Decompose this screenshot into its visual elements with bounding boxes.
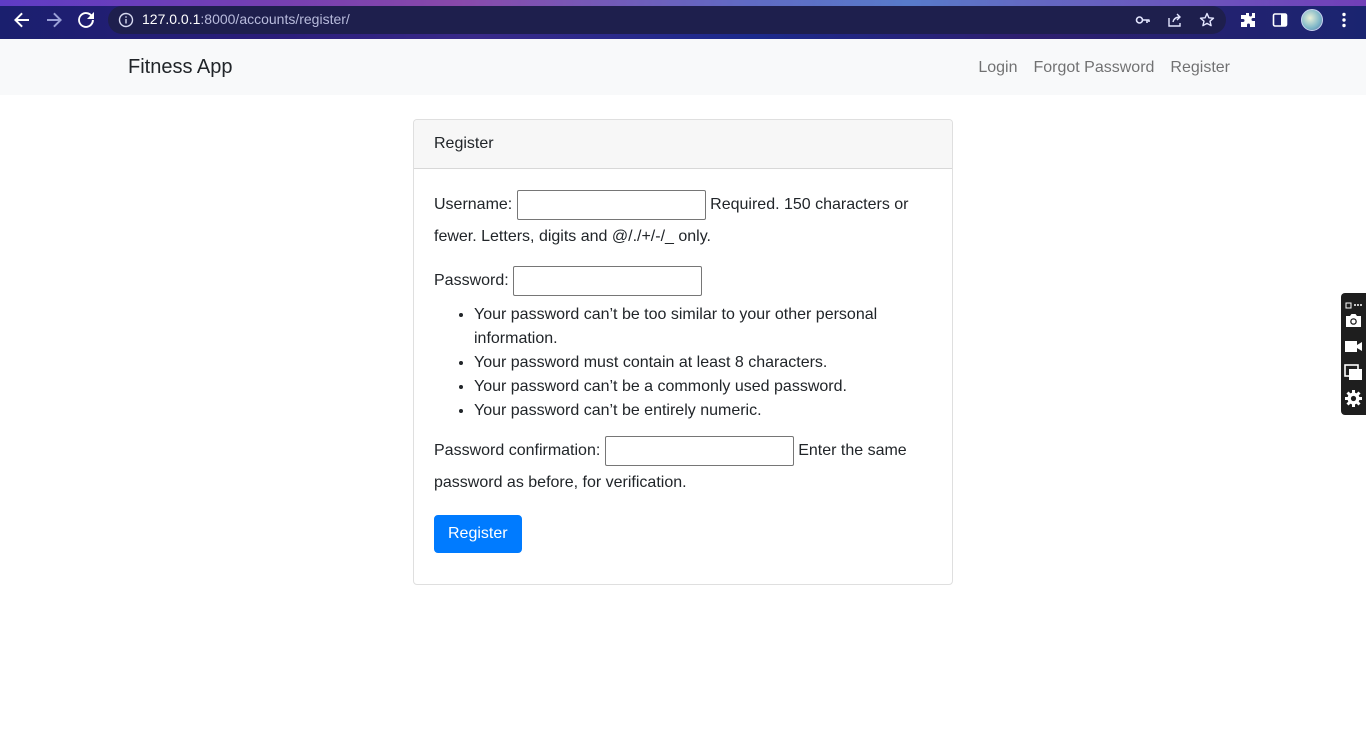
username-input[interactable] (516, 189, 706, 220)
list-item: Your password can’t be a commonly used p… (474, 375, 932, 399)
browser-toolbar: 127.0.0.1:8000/accounts/register/ (0, 0, 1366, 39)
password-label: Password: (434, 272, 509, 289)
url-path: :8000/accounts/register/ (200, 11, 350, 27)
menu-icon[interactable] (1334, 10, 1354, 30)
key-icon[interactable] (1135, 12, 1151, 28)
nav-link-register[interactable]: Register (1170, 59, 1230, 77)
password-row: Password: (434, 265, 932, 297)
info-icon[interactable] (118, 12, 134, 28)
password-confirmation-label: Password confirmation: (434, 442, 601, 459)
star-icon[interactable] (1199, 12, 1215, 28)
more-icon[interactable] (1344, 295, 1363, 309)
address-bar[interactable]: 127.0.0.1:8000/accounts/register/ (108, 6, 1226, 34)
password-confirmation-row: Password confirmation: Enter the same pa… (434, 435, 932, 499)
video-camera-icon[interactable] (1344, 337, 1363, 356)
sidepanel-icon[interactable] (1270, 10, 1290, 30)
navbar-brand[interactable]: Fitness App (128, 56, 233, 79)
gear-icon[interactable] (1344, 389, 1363, 408)
back-arrow-icon[interactable] (10, 8, 34, 32)
register-button[interactable]: Register (434, 515, 522, 553)
card-header: Register (414, 120, 952, 169)
capture-tool-panel (1341, 293, 1366, 415)
list-item: Your password can’t be entirely numeric. (474, 399, 932, 423)
username-label: Username: (434, 196, 513, 213)
nav-link-forgot-password[interactable]: Forgot Password (1033, 59, 1154, 77)
password-help-list: Your password can’t be too similar to yo… (474, 303, 932, 423)
nav-link-login[interactable]: Login (978, 59, 1017, 77)
forward-arrow-icon[interactable] (42, 8, 66, 32)
navbar: Fitness App Login Forgot Password Regist… (0, 39, 1366, 95)
camera-icon[interactable] (1344, 311, 1363, 330)
register-card: Register Username: Required. 150 charact… (413, 119, 953, 585)
url-text: 127.0.0.1:8000/accounts/register/ (142, 11, 350, 27)
extensions-icon[interactable] (1238, 10, 1258, 30)
avatar[interactable] (1301, 9, 1323, 31)
list-item: Your password must contain at least 8 ch… (474, 351, 932, 375)
navbar-links: Login Forgot Password Register (978, 59, 1230, 77)
share-icon[interactable] (1167, 12, 1183, 28)
register-form: Username: Required. 150 characters or fe… (414, 169, 952, 573)
password-input[interactable] (513, 265, 703, 296)
url-host: 127.0.0.1 (142, 11, 201, 27)
window-capture-icon[interactable] (1344, 363, 1363, 382)
reload-icon[interactable] (74, 8, 98, 32)
username-row: Username: Required. 150 characters or fe… (434, 189, 932, 253)
list-item: Your password can’t be too similar to yo… (474, 303, 932, 351)
password-confirmation-input[interactable] (604, 435, 794, 466)
